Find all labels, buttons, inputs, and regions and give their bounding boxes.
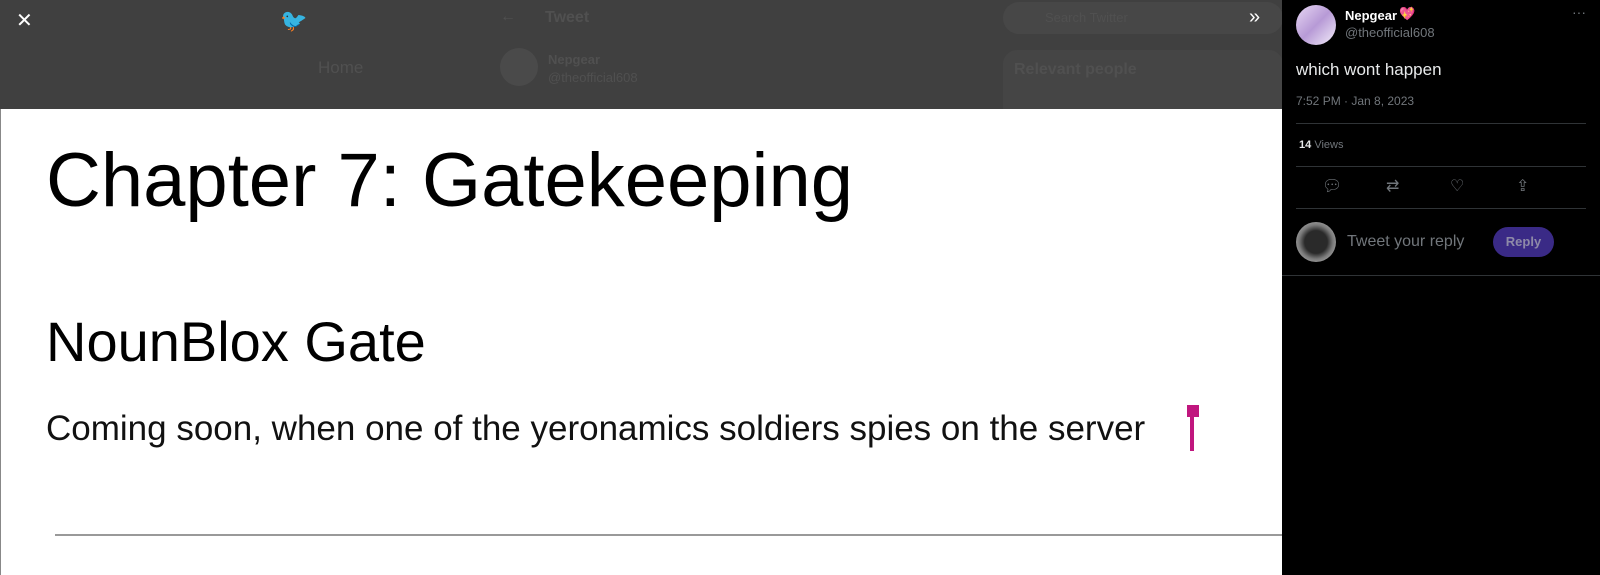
bg-tweet-header: Tweet bbox=[545, 9, 590, 26]
image-subheading: NounBlox Gate bbox=[46, 310, 426, 373]
divider bbox=[55, 534, 1282, 536]
twitter-logo-icon: 🐦 bbox=[280, 8, 308, 33]
heart-emoji-icon: 💖 bbox=[1399, 6, 1416, 21]
views-label: Views bbox=[1314, 139, 1344, 151]
tweet-panel: Nepgear 💖 @theofficial608 ··· which wont… bbox=[1282, 0, 1600, 575]
divider bbox=[1296, 166, 1586, 167]
bg-handle: @theofficial608 bbox=[548, 70, 638, 85]
divider bbox=[1282, 275, 1600, 276]
author-name[interactable]: Nepgear bbox=[1345, 8, 1397, 23]
author-handle[interactable]: @theofficial608 bbox=[1345, 25, 1435, 40]
image-heading: Chapter 7: Gatekeeping bbox=[46, 138, 853, 223]
divider bbox=[1296, 123, 1586, 124]
divider bbox=[1296, 208, 1586, 209]
views-count: 14 bbox=[1299, 139, 1312, 151]
back-arrow-icon: ← bbox=[500, 8, 516, 25]
bg-author: Nepgear bbox=[548, 52, 601, 67]
collapse-panel-icon[interactable]: » bbox=[1249, 6, 1260, 29]
tweet-timestamp[interactable]: 7:52 PM · Jan 8, 2023 bbox=[1296, 94, 1414, 108]
reply-button[interactable]: Reply bbox=[1493, 227, 1554, 257]
retweet-icon[interactable]: ⇄ bbox=[1386, 176, 1399, 196]
tweet-text: which wont happen bbox=[1296, 60, 1442, 79]
reply-input[interactable]: Tweet your reply bbox=[1347, 233, 1464, 251]
user-avatar bbox=[1296, 222, 1336, 262]
bg-home: Home bbox=[318, 58, 364, 77]
media-viewer: 🐦 Home ← Tweet Nepgear @theofficial608 S… bbox=[0, 0, 1282, 575]
image-body: Coming soon, when one of the yeronamics … bbox=[46, 409, 1146, 448]
bg-relevant-title: Relevant people bbox=[1014, 61, 1137, 78]
bg-search-text: Search Twitter bbox=[1045, 10, 1128, 25]
bg-avatar bbox=[500, 48, 538, 86]
like-icon[interactable]: ♡ bbox=[1450, 176, 1464, 196]
author-avatar[interactable] bbox=[1296, 5, 1336, 45]
close-icon[interactable]: ✕ bbox=[16, 8, 33, 33]
share-icon[interactable]: ⇪ bbox=[1516, 176, 1529, 196]
media-image: Chapter 7: Gatekeeping NounBlox Gate Com… bbox=[0, 109, 1282, 575]
text-cursor-icon bbox=[1187, 405, 1199, 451]
bg-search: Search Twitter bbox=[1003, 2, 1282, 34]
reply-icon[interactable]: 💬︎ bbox=[1322, 176, 1342, 196]
views: 14 Views bbox=[1299, 139, 1343, 151]
more-icon[interactable]: ··· bbox=[1572, 4, 1586, 20]
